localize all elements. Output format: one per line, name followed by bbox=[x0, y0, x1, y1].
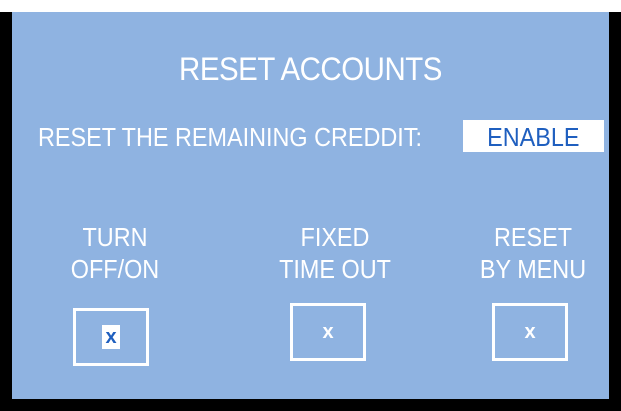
option-turn-off-on: TURN OFF/ON x bbox=[35, 221, 195, 366]
option-fixed-time-out-label: FIXED TIME OUT bbox=[263, 221, 407, 285]
reset-by-menu-checkbox[interactable]: x bbox=[492, 303, 568, 361]
fixed-time-out-check-mark: x bbox=[322, 321, 334, 343]
turn-off-on-check-mark: x bbox=[102, 325, 120, 349]
turn-off-on-checkbox[interactable]: x bbox=[73, 308, 149, 366]
reset-credit-label: RESET THE REMAINING CREDDIT: bbox=[38, 122, 422, 152]
reset-by-menu-check-mark: x bbox=[524, 321, 536, 343]
fixed-time-out-checkbox[interactable]: x bbox=[290, 303, 366, 361]
option-turn-off-on-label: TURN OFF/ON bbox=[43, 221, 187, 285]
option-turn-off-on-line1: TURN bbox=[82, 222, 148, 252]
option-fixed-time-out-line2: TIME OUT bbox=[279, 254, 391, 284]
option-fixed-time-out-line1: FIXED bbox=[300, 222, 370, 252]
option-reset-by-menu: RESET BY MENU x bbox=[453, 221, 613, 361]
option-reset-by-menu-line1: RESET bbox=[493, 222, 573, 252]
display-frame: RESET ACCOUNTS RESET THE REMAINING CREDD… bbox=[0, 12, 621, 411]
option-reset-by-menu-label: RESET BY MENU bbox=[461, 221, 605, 285]
option-fixed-time-out: FIXED TIME OUT x bbox=[255, 221, 415, 361]
reset-accounts-panel: RESET ACCOUNTS RESET THE REMAINING CREDD… bbox=[12, 12, 609, 399]
reset-credit-value-text: ENABLE bbox=[487, 122, 580, 152]
page-title: RESET ACCOUNTS bbox=[179, 51, 442, 87]
reset-credit-value-field[interactable]: ENABLE bbox=[463, 120, 604, 152]
option-turn-off-on-line2: OFF/ON bbox=[70, 254, 160, 284]
option-reset-by-menu-line2: BY MENU bbox=[479, 254, 587, 284]
